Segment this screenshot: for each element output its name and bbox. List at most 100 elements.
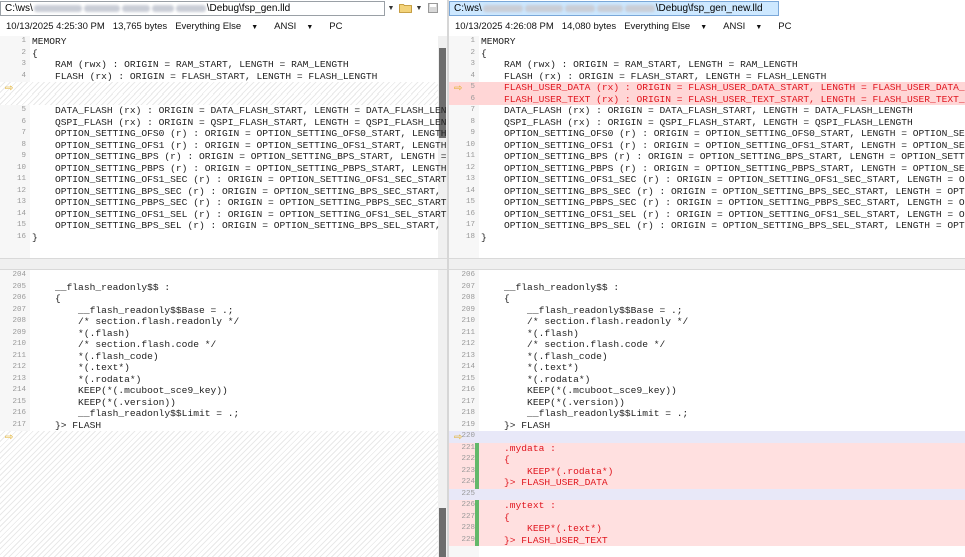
left-line-end: PC (329, 20, 343, 32)
left-open-folder-button[interactable] (397, 1, 413, 16)
code-line: 210 /* section.flash.code */ (0, 339, 438, 351)
left-bottom-scrollbar[interactable] (438, 270, 447, 557)
code-line: 217 }> FLASH (0, 420, 438, 432)
line-text: OPTION_SETTING_OFS1 (r) : ORIGIN = OPTIO… (504, 139, 965, 151)
code-line: 8 QSPI_FLASH (rx) : ORIGIN = QSPI_FLASH_… (449, 117, 965, 129)
line-number: 18 (465, 232, 475, 241)
code-line: 9 OPTION_SETTING_OFS0 (r) : ORIGIN = OPT… (449, 128, 965, 140)
line-number: 15 (465, 198, 475, 206)
line-text: OPTION_SETTING_BPS_SEL (r) : ORIGIN = OP… (504, 220, 965, 231)
line-number: 5 (21, 106, 26, 114)
line-number: 9 (470, 129, 475, 137)
code-line: 6 QSPI_FLASH (rx) : ORIGIN = QSPI_FLASH_… (0, 117, 447, 129)
code-line: 209 *(.flash) (0, 328, 438, 340)
right-filter-select[interactable]: Everything Else ▼ (624, 21, 715, 32)
added-lines-bar (475, 500, 479, 546)
line-text: *(.flash_code) (481, 350, 608, 362)
right-encoding-select[interactable]: ANSI ▼ (723, 21, 770, 32)
right-line-end: PC (778, 20, 792, 32)
code-line: 207 __flash_readonly$$Base = .; (0, 305, 438, 317)
line-number: 7 (470, 106, 475, 114)
save-icon (428, 3, 438, 13)
code-line: 6 FLASH_USER_TEXT (rx) : ORIGIN = FLASH_… (449, 93, 965, 105)
line-text: }> FLASH_USER_DATA (481, 477, 608, 488)
code-line: 18} (449, 232, 965, 244)
left-filter-select[interactable]: Everything Else ▼ (175, 21, 266, 32)
line-number: 11 (465, 152, 475, 160)
right-bottom-code[interactable]: 206 207 __flash_readonly$$ :208 {209 __fl… (449, 270, 965, 557)
line-number: 1 (470, 37, 475, 45)
code-line: 13 OPTION_SETTING_PBPS_SEC (r) : ORIGIN … (0, 197, 447, 209)
code-line: 17 OPTION_SETTING_BPS_SEL (r) : ORIGIN =… (449, 220, 965, 232)
left-encoding-select[interactable]: ANSI ▼ (274, 21, 321, 32)
code-line: 3 RAM (rwx) : ORIGIN = RAM_START, LENGTH… (0, 59, 438, 71)
line-number: 223 (461, 466, 475, 475)
left-file-info: 10/13/2025 4:25:30 PM 13,765 bytes Every… (0, 17, 447, 35)
line-number: 227 (461, 512, 475, 521)
line-number: 206 (461, 271, 475, 279)
right-path-field[interactable]: C:\ws\ \Debug\fsp_gen_new.lld (449, 0, 779, 16)
line-number: 3 (470, 60, 475, 68)
right-path-prefix: C:\ws\ (454, 2, 482, 14)
line-number: 6 (470, 94, 475, 103)
left-path-suffix: \Debug\fsp_gen.lld (206, 2, 291, 14)
line-text: }> FLASH (32, 419, 102, 431)
code-line: 216 __flash_readonly$$Limit = .; (0, 408, 438, 420)
left-bottom-scroll-thumb[interactable] (439, 508, 446, 557)
line-text: *(.rodata*) (481, 373, 591, 385)
code-line: 12 OPTION_SETTING_BPS_SEC (r) : ORIGIN =… (0, 186, 447, 198)
line-number: 205 (12, 282, 26, 291)
right-top-code[interactable]: 1 MEMORY 2{3 RAM (rwx) : ORIGIN = RAM_STAR… (449, 36, 965, 258)
line-text: DATA_FLASH (rx) : ORIGIN = DATA_FLASH_ST… (32, 105, 447, 116)
left-splitter[interactable] (0, 258, 447, 270)
code-line: 12 OPTION_SETTING_PBPS (r) : ORIGIN = OP… (449, 163, 965, 175)
line-text: { (481, 454, 510, 465)
line-text: { (32, 47, 38, 59)
line-text: OPTION_SETTING_BPS (r) : ORIGIN = OPTION… (504, 151, 965, 162)
line-number: 8 (470, 117, 475, 126)
left-timestamp: 10/13/2025 4:25:30 PM (6, 20, 105, 32)
line-number: 221 (461, 443, 475, 452)
code-line: 224 }> FLASH_USER_DATA (449, 477, 965, 489)
left-folder-dropdown[interactable]: ▼ (413, 1, 425, 16)
code-line: 223 KEEP*(.rodata*) (449, 465, 965, 477)
code-line: 219 }> FLASH (449, 420, 965, 432)
chevron-down-icon: ▼ (700, 23, 708, 31)
line-number: 12 (16, 186, 26, 195)
line-number: 211 (461, 328, 475, 337)
left-path-dropdown[interactable]: ▼ (385, 1, 397, 16)
line-text: OPTION_SETTING_OFS1_SEL (r) : ORIGIN = O… (504, 208, 965, 220)
line-text: OPTION_SETTING_OFS1 (r) : ORIGIN = OPTIO… (55, 139, 447, 151)
line-number: 208 (12, 317, 26, 325)
code-line: 213 *(.flash_code) (449, 351, 965, 363)
code-line: 8 OPTION_SETTING_OFS1 (r) : ORIGIN = OPT… (0, 140, 446, 152)
line-number: 210 (12, 340, 26, 348)
line-text: { (481, 511, 510, 523)
code-line: 222 { (449, 454, 965, 466)
line-number: 12 (465, 163, 475, 172)
line-text: *(.rodata*) (32, 373, 142, 385)
left-top-code[interactable]: 1 MEMORY 2{3 RAM (rwx) : ORIGIN = RAM_STAR… (0, 36, 447, 258)
chevron-down-icon: ▼ (415, 4, 423, 12)
line-text: *(.flash) (481, 327, 579, 339)
line-number: 10 (465, 140, 475, 149)
left-bottom-code[interactable]: 204 205 __flash_readonly$$ :206 {207 __fl… (0, 270, 447, 557)
line-number: 14 (16, 209, 26, 218)
left-save-button[interactable] (425, 1, 441, 16)
line-text: QSPI_FLASH (rx) : ORIGIN = QSPI_FLASH_ST… (32, 116, 447, 128)
code-line: 15 OPTION_SETTING_PBPS_SEC (r) : ORIGIN … (449, 197, 965, 209)
code-line: 213 *(.rodata*) (0, 374, 438, 386)
right-splitter[interactable] (449, 258, 965, 270)
line-number: 207 (461, 282, 475, 291)
line-text: KEEP*(.rodata*) (481, 465, 614, 477)
diff-arrow-icon: ⇨ (5, 82, 14, 94)
left-path-prefix: C:\ws\ (5, 2, 33, 14)
line-text: KEEP(*(.version)) (481, 396, 625, 408)
line-text: /* section.flash.readonly */ (481, 316, 689, 327)
left-path-field[interactable]: C:\ws\ \Debug\fsp_gen.lld (0, 0, 385, 16)
code-line: 207 __flash_readonly$$ : (449, 282, 965, 294)
line-number: 215 (12, 397, 26, 406)
line-number: 208 (461, 294, 475, 302)
code-line: 215 KEEP(*(.version)) (0, 397, 438, 409)
code-line: 11 OPTION_SETTING_BPS (r) : ORIGIN = OPT… (449, 151, 965, 163)
